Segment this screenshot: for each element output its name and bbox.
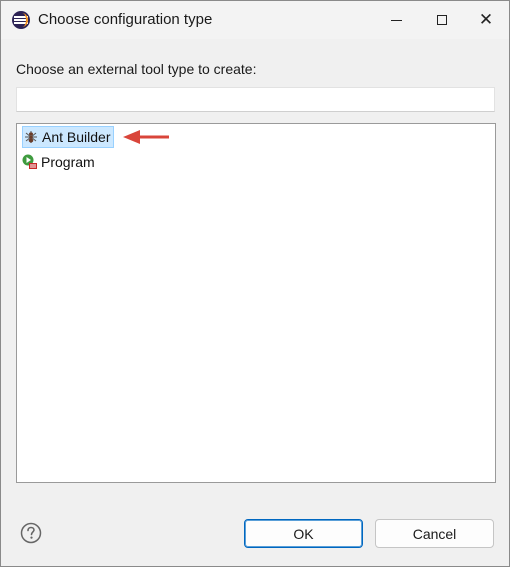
dialog-window: Choose configuration type ✕ Choose an ex…: [0, 0, 510, 567]
configuration-type-tree[interactable]: Ant Builder Program: [16, 123, 496, 483]
ant-icon: [23, 129, 39, 145]
dialog-content: Choose an external tool type to create:: [1, 39, 509, 566]
red-arrow-icon: [123, 130, 169, 144]
window-title: Choose configuration type: [38, 11, 213, 28]
maximize-icon: [437, 15, 447, 25]
close-icon: ✕: [478, 9, 494, 30]
close-button[interactable]: ✕: [463, 1, 509, 39]
title-bar[interactable]: Choose configuration type ✕: [1, 1, 509, 39]
prompt-label: Choose an external tool type to create:: [16, 61, 257, 77]
tree-item-label: Program: [41, 154, 95, 170]
maximize-button[interactable]: [419, 1, 465, 39]
filter-input[interactable]: [16, 87, 495, 112]
minimize-button[interactable]: [373, 1, 419, 39]
tree-item-label: Ant Builder: [42, 129, 111, 145]
cancel-button[interactable]: Cancel: [375, 519, 494, 548]
minimize-icon: [390, 19, 402, 21]
program-icon: [22, 154, 38, 170]
tree-item-ant-builder[interactable]: Ant Builder: [22, 126, 115, 148]
eclipse-icon: [12, 11, 30, 29]
ok-button[interactable]: OK: [244, 519, 363, 548]
help-icon[interactable]: [20, 522, 42, 544]
tree-item-program[interactable]: Program: [22, 151, 95, 173]
